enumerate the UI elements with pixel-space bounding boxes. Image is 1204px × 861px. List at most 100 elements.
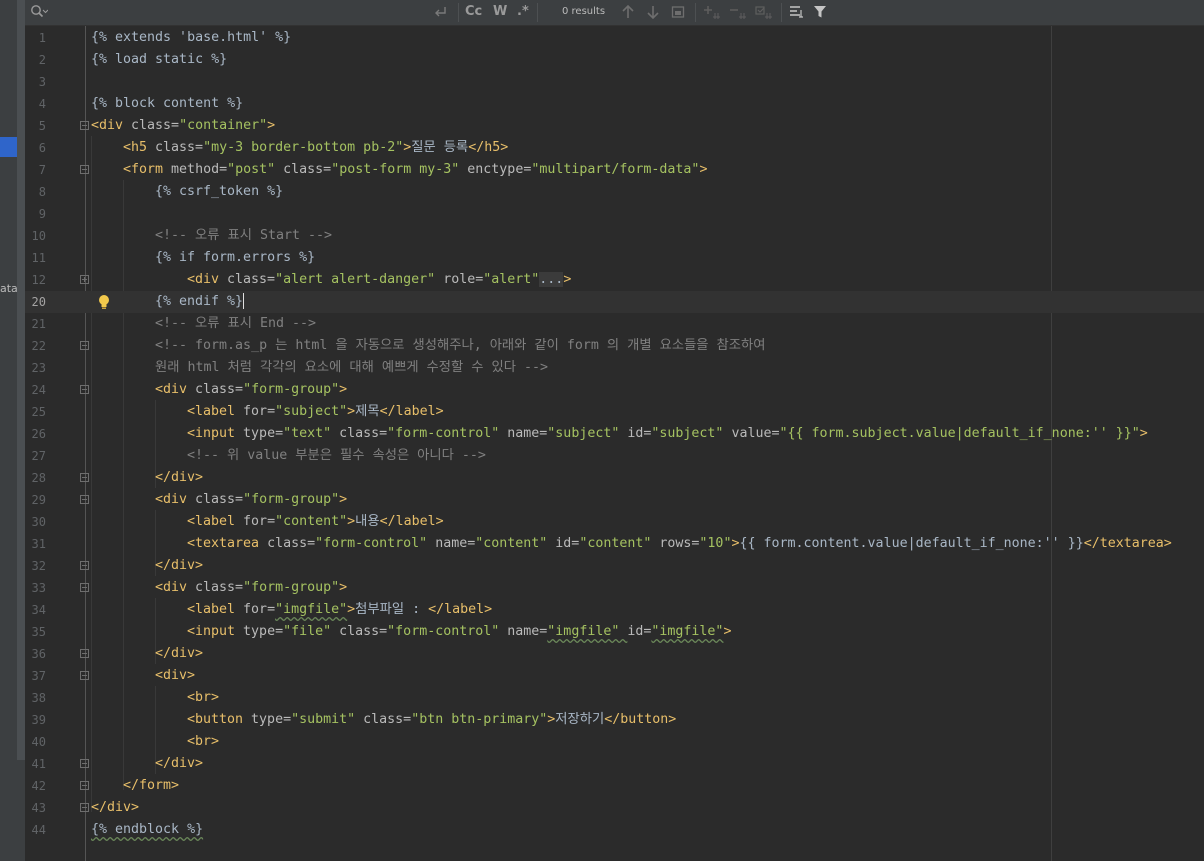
filter-icon[interactable]	[813, 4, 827, 25]
code-line[interactable]: 31 <textarea class="form-control" name="c…	[25, 533, 1204, 555]
line-number[interactable]: 4	[25, 93, 46, 115]
select-all-occurrences-icon[interactable]	[671, 4, 685, 25]
fold-collapse-icon[interactable]	[80, 165, 89, 174]
line-number[interactable]: 22	[25, 335, 46, 357]
code-line[interactable]: 4 {% block content %}	[25, 93, 1204, 115]
fold-collapse-icon[interactable]	[80, 781, 89, 790]
add-occurrence-icon[interactable]	[703, 4, 721, 25]
line-number[interactable]: 3	[25, 71, 46, 93]
line-number[interactable]: 24	[25, 379, 46, 401]
code-line[interactable]: 2 {% load static %}	[25, 49, 1204, 71]
search-icon[interactable]	[30, 4, 49, 25]
line-number[interactable]: 43	[25, 797, 46, 819]
code-line[interactable]: 12 <div class="alert alert-danger" role="…	[25, 269, 1204, 291]
lightbulb-icon[interactable]	[98, 294, 110, 310]
fold-collapse-icon[interactable]	[80, 649, 89, 658]
line-number[interactable]: 29	[25, 489, 46, 511]
code-line[interactable]: 33 <div class="form-group">	[25, 577, 1204, 599]
line-number[interactable]: 7	[25, 159, 46, 181]
code-line[interactable]: 6 <h5 class="my-3 border-bottom pb-2">질문 …	[25, 137, 1204, 159]
code-line[interactable]: 42 </form>	[25, 775, 1204, 797]
code-line[interactable]: 40 <br>	[25, 731, 1204, 753]
line-number[interactable]: 40	[25, 731, 46, 753]
line-number[interactable]: 44	[25, 819, 46, 841]
code-line[interactable]: 36 </div>	[25, 643, 1204, 665]
line-number[interactable]: 9	[25, 203, 46, 225]
filter-search-results-icon[interactable]	[789, 4, 805, 25]
fold-collapse-icon[interactable]	[80, 759, 89, 768]
code-editor[interactable]: 1 {% extends 'base.html' %} 2 {% load stati…	[25, 26, 1204, 861]
line-number[interactable]: 31	[25, 533, 46, 555]
line-number[interactable]: 11	[25, 247, 46, 269]
fold-expand-icon[interactable]	[80, 275, 89, 284]
fold-collapse-icon[interactable]	[80, 561, 89, 570]
line-number[interactable]: 34	[25, 599, 46, 621]
code-line[interactable]: 7 <form method="post" class="post-form my…	[25, 159, 1204, 181]
line-number[interactable]: 30	[25, 511, 46, 533]
code-line[interactable]: 30 <label for="content">내용</label>	[25, 511, 1204, 533]
line-number[interactable]: 41	[25, 753, 46, 775]
fold-collapse-icon[interactable]	[80, 385, 89, 394]
line-number[interactable]: 32	[25, 555, 46, 577]
code-line[interactable]: 39 <button type="submit" class="btn btn-p…	[25, 709, 1204, 731]
code-line[interactable]: 28 </div>	[25, 467, 1204, 489]
code-line[interactable]: 23 원래 html 처럼 각각의 요소에 대해 예쁘게 수정할 수 있다 -->	[25, 357, 1204, 379]
fold-collapse-icon[interactable]	[80, 473, 89, 482]
code-line[interactable]: 41 </div>	[25, 753, 1204, 775]
line-number[interactable]: 8	[25, 181, 46, 203]
line-number[interactable]: 33	[25, 577, 46, 599]
code-line[interactable]: 43 </div>	[25, 797, 1204, 819]
code-line[interactable]: 37 <div>	[25, 665, 1204, 687]
line-number[interactable]: 10	[25, 225, 46, 247]
code-line[interactable]: 9	[25, 203, 1204, 225]
line-number[interactable]: 25	[25, 401, 46, 423]
code-line[interactable]: 38 <br>	[25, 687, 1204, 709]
code-line[interactable]: 32 </div>	[25, 555, 1204, 577]
folded-region-placeholder[interactable]: ...	[539, 272, 564, 287]
fold-collapse-icon[interactable]	[80, 583, 89, 592]
fold-collapse-icon[interactable]	[80, 803, 89, 812]
line-number[interactable]: 12	[25, 269, 46, 291]
code-line[interactable]: 1 {% extends 'base.html' %}	[25, 27, 1204, 49]
fold-collapse-icon[interactable]	[80, 121, 89, 130]
fold-collapse-icon[interactable]	[80, 341, 89, 350]
arrow-down-icon[interactable]	[646, 4, 660, 25]
code-line[interactable]: 22 <!-- form.as_p 는 html 을 자동으로 생성해주나, 아래…	[25, 335, 1204, 357]
code-line[interactable]: 26 <input type="text" class="form-control…	[25, 423, 1204, 445]
words-toggle[interactable]: W	[493, 4, 507, 20]
line-number[interactable]: 39	[25, 709, 46, 731]
code-line[interactable]: 24 <div class="form-group">	[25, 379, 1204, 401]
code-line[interactable]: 20 {% endif %}	[25, 291, 1204, 313]
line-number[interactable]: 5	[25, 115, 46, 137]
line-number[interactable]: 1	[25, 27, 46, 49]
line-number[interactable]: 28	[25, 467, 46, 489]
exclude-occurrence-icon[interactable]	[755, 4, 773, 25]
fold-collapse-icon[interactable]	[80, 495, 89, 504]
code-line[interactable]: 35 <input type="file" class="form-control…	[25, 621, 1204, 643]
line-number[interactable]: 6	[25, 137, 46, 159]
line-number[interactable]: 42	[25, 775, 46, 797]
code-line[interactable]: 34 <label for="imgfile">첨부파일 : </label>	[25, 599, 1204, 621]
code-line[interactable]: 29 <div class="form-group">	[25, 489, 1204, 511]
code-line[interactable]: 21 <!-- 오류 표시 End -->	[25, 313, 1204, 335]
remove-occurrence-icon[interactable]	[729, 4, 747, 25]
panel-scrollbar[interactable]	[17, 0, 25, 760]
line-number[interactable]: 21	[25, 313, 46, 335]
line-number[interactable]: 35	[25, 621, 46, 643]
line-number[interactable]: 36	[25, 643, 46, 665]
line-number[interactable]: 27	[25, 445, 46, 467]
line-number[interactable]: 20	[25, 291, 46, 313]
line-number[interactable]: 2	[25, 49, 46, 71]
line-number[interactable]: 37	[25, 665, 46, 687]
code-line[interactable]: 3	[25, 71, 1204, 93]
line-number[interactable]: 38	[25, 687, 46, 709]
code-line[interactable]: 10 <!-- 오류 표시 Start -->	[25, 225, 1204, 247]
line-number[interactable]: 23	[25, 357, 46, 379]
code-line[interactable]: 44 {% endblock %}	[25, 819, 1204, 841]
match-case-toggle[interactable]: Cc	[465, 4, 482, 20]
code-line[interactable]: 11 {% if form.errors %}	[25, 247, 1204, 269]
regex-toggle[interactable]: .*	[517, 4, 529, 20]
code-line[interactable]: 5 <div class="container">	[25, 115, 1204, 137]
new-line-icon[interactable]	[433, 4, 447, 25]
code-line[interactable]: 25 <label for="subject">제목</label>	[25, 401, 1204, 423]
